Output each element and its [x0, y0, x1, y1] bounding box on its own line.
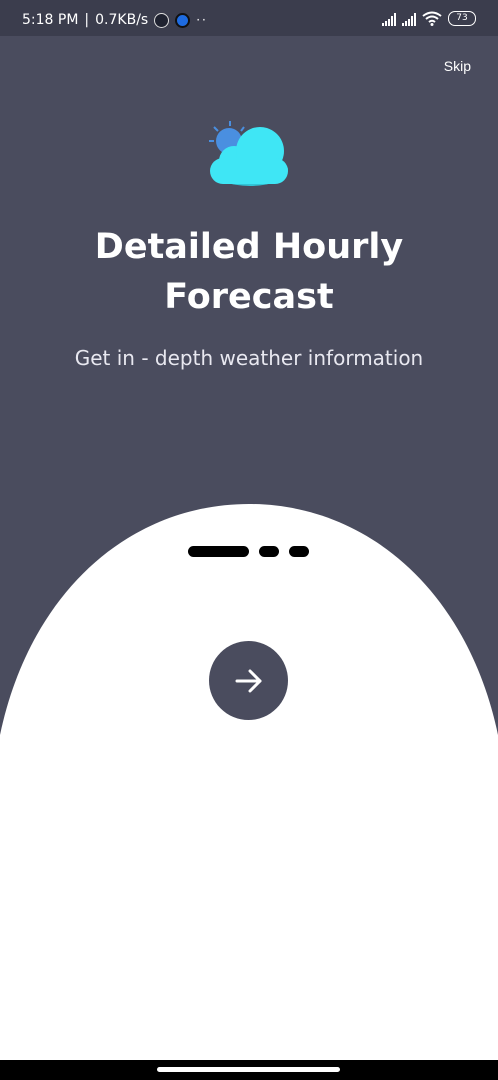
skip-button[interactable]: Skip	[444, 58, 471, 74]
battery-icon: 73	[448, 11, 476, 26]
system-nav-bar	[0, 1060, 498, 1080]
page-title: Detailed Hourly Forecast	[94, 227, 404, 317]
next-button[interactable]	[209, 641, 288, 720]
messenger-icon	[175, 12, 191, 28]
page-subtitle: Get in - depth weather information	[74, 346, 424, 370]
status-time: 5:18 PM	[22, 12, 79, 28]
wifi-icon	[422, 11, 442, 26]
status-right: 73	[382, 11, 476, 26]
arrow-right-icon	[235, 669, 261, 692]
status-bar: 5:18 PM | 0.7KB/s ·· 73	[0, 0, 498, 36]
home-gesture-handle[interactable]	[157, 1067, 340, 1072]
page-dot-active	[188, 546, 249, 557]
partly-cloudy-icon	[209, 121, 288, 186]
page-dot	[259, 546, 279, 557]
signal-icon-2	[402, 12, 416, 26]
more-notifications-icon: ··	[196, 13, 208, 27]
page-indicator	[188, 546, 309, 557]
signal-icon	[382, 12, 396, 26]
status-left: 5:18 PM | 0.7KB/s ··	[22, 12, 208, 28]
status-network-speed: 0.7KB/s	[95, 12, 149, 28]
bottom-panel	[0, 504, 498, 1060]
status-separator: |	[84, 12, 90, 28]
page-dot	[289, 546, 309, 557]
whatsapp-icon	[154, 12, 170, 28]
